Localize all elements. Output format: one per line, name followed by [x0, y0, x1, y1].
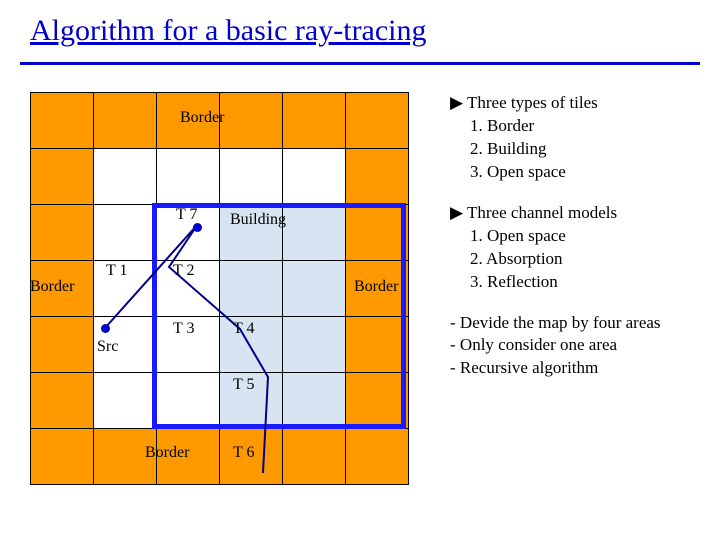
models-head: ▶ Three channel models [450, 202, 710, 225]
building-label: Building [230, 211, 286, 229]
t4-label: T 4 [233, 320, 254, 338]
notes-block: - Devide the map by four areas - Only co… [450, 312, 710, 381]
t7-dot [193, 223, 202, 232]
right-panel: ▶ Three types of tiles 1. Border 2. Buil… [450, 92, 710, 398]
page-title: Algorithm for a basic ray-tracing [30, 14, 427, 48]
border-bottom-label: Border [145, 444, 189, 462]
t6-label: T 6 [233, 444, 254, 462]
tiles-block: ▶ Three types of tiles 1. Border 2. Buil… [450, 92, 710, 184]
border-right-label: Border [354, 278, 398, 296]
models-1: 1. Open space [470, 225, 710, 248]
tiles-1: 1. Border [470, 115, 710, 138]
t5-label: T 5 [233, 376, 254, 394]
models-block: ▶ Three channel models 1. Open space 2. … [450, 202, 710, 294]
src-label: Src [97, 338, 118, 356]
tiles-head: ▶ Three types of tiles [450, 92, 710, 115]
t3-label: T 3 [173, 320, 194, 338]
note-2: - Only consider one area [450, 334, 710, 357]
note-1: - Devide the map by four areas [450, 312, 710, 335]
t1-label: T 1 [106, 262, 127, 280]
note-3: - Recursive algorithm [450, 357, 710, 380]
src-dot [101, 324, 110, 333]
t7-label: T 7 [176, 206, 197, 224]
models-2: 2. Absorption [470, 248, 710, 271]
border-left-label: Border [30, 278, 74, 296]
t2-label: T 2 [173, 262, 194, 280]
tiles-2: 2. Building [470, 138, 710, 161]
border-top-label: Border [180, 109, 224, 127]
building-outline [152, 203, 406, 429]
models-3: 3. Reflection [470, 271, 710, 294]
tiles-3: 3. Open space [470, 161, 710, 184]
title-underline [20, 62, 700, 65]
